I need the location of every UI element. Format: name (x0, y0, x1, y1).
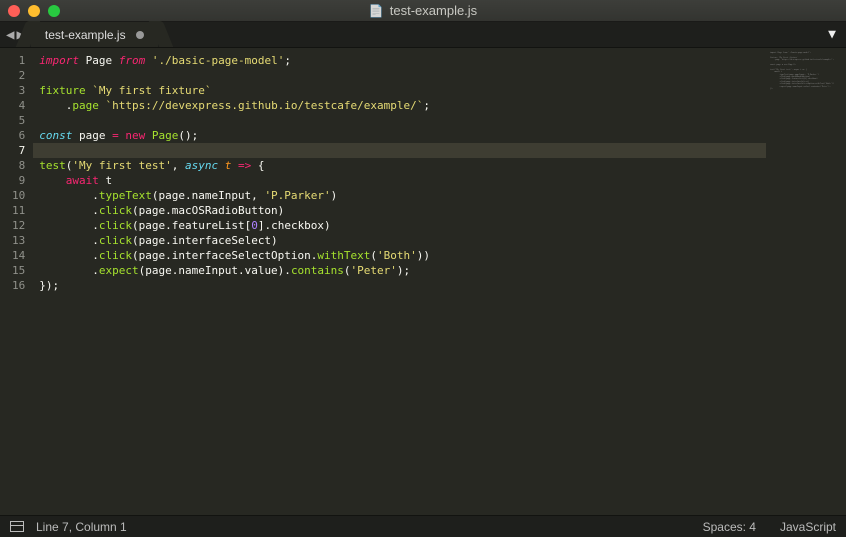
dirty-indicator-icon (136, 31, 144, 39)
line-number[interactable]: 15 (12, 263, 25, 278)
line-number[interactable]: 14 (12, 248, 25, 263)
line-number[interactable]: 10 (12, 188, 25, 203)
code-line[interactable]: const page = new Page(); (33, 128, 766, 143)
line-number[interactable]: 4 (12, 98, 25, 113)
code-line[interactable]: .expect(page.nameInput.value).contains('… (33, 263, 766, 278)
line-number[interactable]: 6 (12, 128, 25, 143)
line-number[interactable]: 16 (12, 278, 25, 293)
line-number[interactable]: 5 (12, 113, 25, 128)
code-line[interactable]: .click(page.macOSRadioButton) (33, 203, 766, 218)
language-mode[interactable]: JavaScript (780, 520, 836, 534)
close-window-button[interactable] (8, 5, 20, 17)
window-title-text: test-example.js (390, 3, 477, 18)
indentation-setting[interactable]: Spaces: 4 (703, 520, 756, 534)
line-number[interactable]: 3 (12, 83, 25, 98)
line-number[interactable]: 12 (12, 218, 25, 233)
code-line[interactable]: .click(page.interfaceSelectOption.withTe… (33, 248, 766, 263)
code-line[interactable] (33, 113, 766, 128)
code-line[interactable]: .click(page.interfaceSelect) (33, 233, 766, 248)
code-line[interactable]: test('My first test', async t => { (33, 158, 766, 173)
tab-overflow-button[interactable]: ▼ (818, 22, 846, 47)
tab-test-example[interactable]: test-example.js (31, 22, 158, 47)
code-line[interactable] (33, 68, 766, 83)
tab-bar: ◀ ▶ test-example.js ▼ (0, 22, 846, 48)
maximize-window-button[interactable] (48, 5, 60, 17)
minimap[interactable]: import Page from './basic-page-model'; f… (766, 48, 846, 515)
tab-label: test-example.js (45, 28, 126, 42)
line-number[interactable]: 8 (12, 158, 25, 173)
status-bar: Line 7, Column 1 Spaces: 4 JavaScript (0, 515, 846, 537)
line-number[interactable]: 2 (12, 68, 25, 83)
code-line[interactable]: fixture `My first fixture` (33, 83, 766, 98)
editor-area: 12345678910111213141516 import Page from… (0, 48, 846, 515)
code-line[interactable]: .click(page.featureList[0].checkbox) (33, 218, 766, 233)
nav-back-icon[interactable]: ◀ (6, 27, 14, 43)
line-number-gutter[interactable]: 12345678910111213141516 (0, 48, 33, 515)
code-line[interactable]: .typeText(page.nameInput, 'P.Parker') (33, 188, 766, 203)
line-number[interactable]: 7 (12, 143, 25, 158)
minimize-window-button[interactable] (28, 5, 40, 17)
code-line[interactable]: .page `https://devexpress.github.io/test… (33, 98, 766, 113)
code-editor[interactable]: import Page from './basic-page-model'; f… (33, 48, 766, 515)
window-title-bar: 📄 test-example.js (0, 0, 846, 22)
line-number[interactable]: 1 (12, 53, 25, 68)
panel-switcher-icon[interactable] (10, 521, 24, 532)
line-number[interactable]: 13 (12, 233, 25, 248)
traffic-lights (0, 5, 60, 17)
window-title: 📄 test-example.js (369, 3, 477, 18)
line-number[interactable]: 9 (12, 173, 25, 188)
code-line[interactable]: }); (33, 278, 766, 293)
chevron-down-icon: ▼ (828, 27, 836, 42)
code-line[interactable] (33, 143, 766, 158)
line-number[interactable]: 11 (12, 203, 25, 218)
cursor-position[interactable]: Line 7, Column 1 (36, 520, 127, 534)
document-icon: 📄 (369, 4, 384, 18)
code-line[interactable]: import Page from './basic-page-model'; (33, 53, 766, 68)
code-line[interactable]: await t (33, 173, 766, 188)
